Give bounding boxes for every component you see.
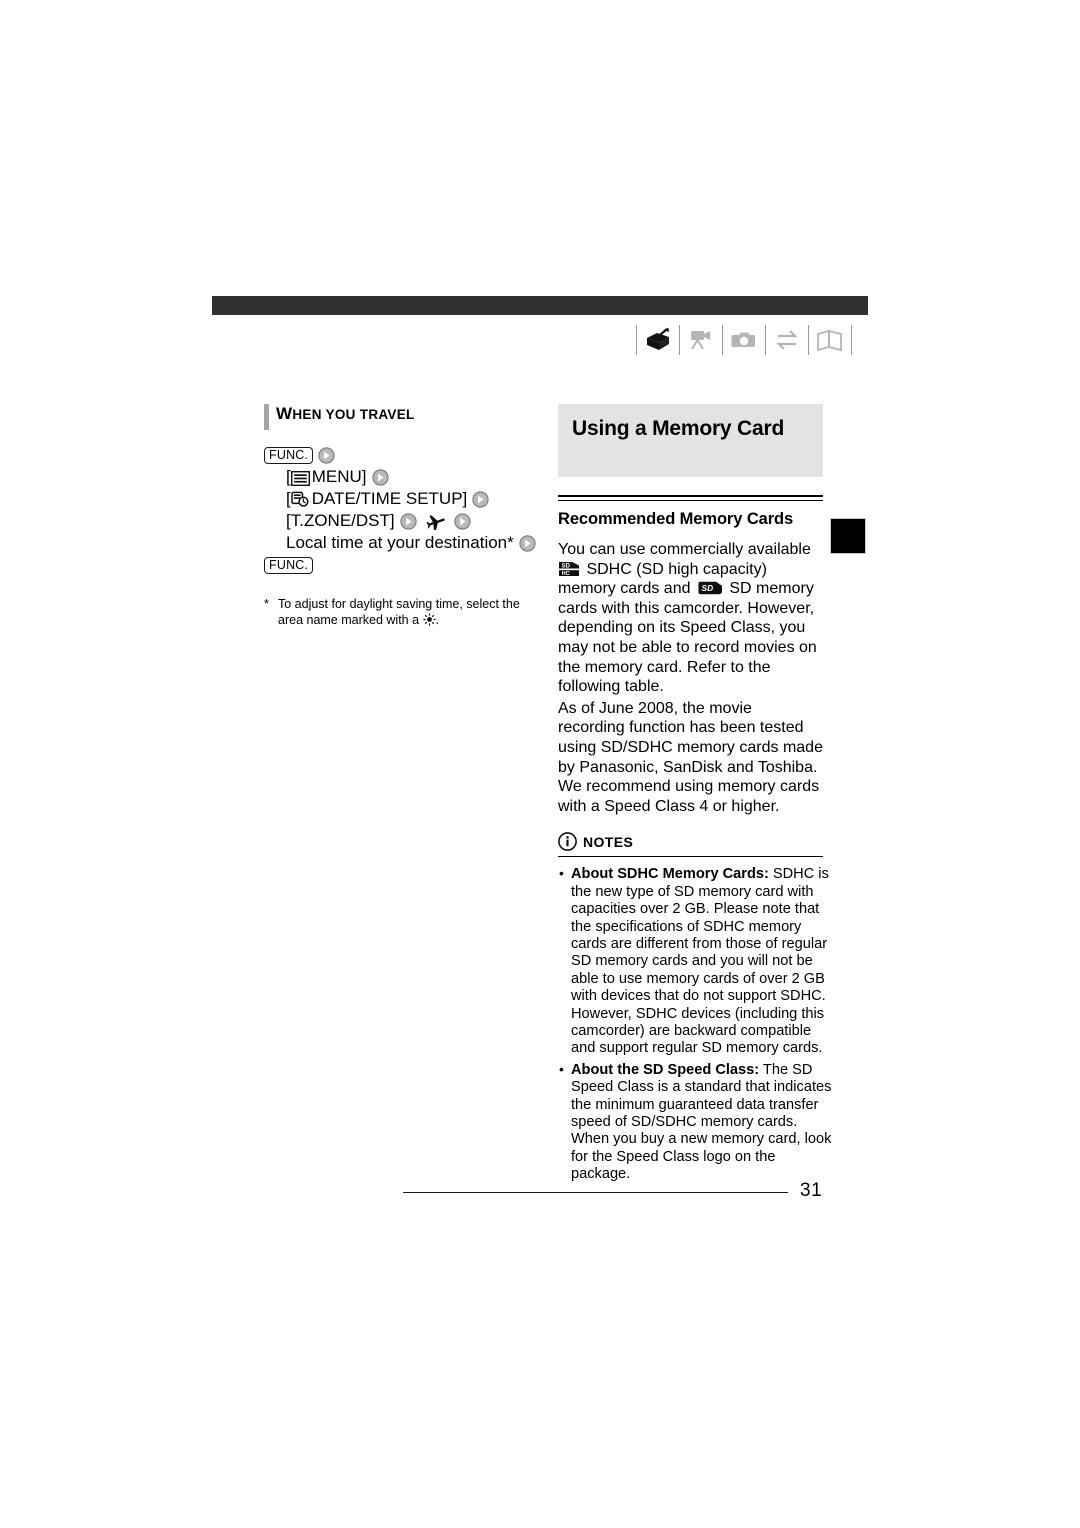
- next-arrow-icon: [472, 490, 489, 508]
- svg-text:SD: SD: [701, 583, 713, 593]
- datetime-setup-label: DATE/TIME SETUP]: [311, 489, 468, 508]
- note-body: SDHC is the new type of SD memory card w…: [571, 866, 829, 1057]
- section-heading-label: WHEN YOU TRAVEL: [276, 404, 534, 425]
- page-header-bar: [212, 296, 868, 315]
- sd-logo-icon: SD: [697, 581, 723, 595]
- tzone-dst-label: [T.ZONE/DST]: [286, 511, 395, 530]
- note-about-sdhc: • About SDHC Memory Cards: SDHC is the ne…: [558, 865, 836, 1057]
- transfer-arrows-icon: [770, 324, 804, 356]
- footnote: * To adjust for daylight saving time, sel…: [264, 596, 536, 628]
- movie-camera-icon: [684, 324, 718, 356]
- paragraph-card-types: You can use commercially available SD HC…: [558, 540, 823, 697]
- procedure-step-menu: [ MENU]: [264, 466, 534, 488]
- heading-rest: HEN YOU TRAVEL: [292, 407, 415, 422]
- clock-calendar-icon: [290, 491, 310, 508]
- airplane-icon: [426, 513, 445, 531]
- footnote-text-before: To adjust for daylight saving time, sele…: [278, 597, 520, 627]
- heading-first-letter: W: [276, 404, 293, 423]
- chapter-edge-tab: [830, 518, 866, 554]
- icon-divider: [765, 325, 766, 355]
- section-heading-when-you-travel: WHEN YOU TRAVEL: [264, 404, 534, 430]
- manual-page: WHEN YOU TRAVEL FUNC. [MENU] [DATE/TIM…: [0, 0, 1080, 1528]
- next-arrow-icon: [318, 446, 335, 464]
- paragraph-tested-cards: As of June 2008, the movie recording fun…: [558, 699, 823, 815]
- notes-header: NOTES: [558, 832, 823, 852]
- next-arrow-icon: [454, 512, 471, 530]
- notes-label: NOTES: [583, 833, 634, 850]
- procedure-step-datetime-setup: [ DATE/TIME SETUP]: [264, 488, 534, 510]
- func-button[interactable]: FUNC.: [264, 446, 314, 464]
- open-book-icon: [813, 324, 847, 356]
- note-bullet: •: [559, 865, 564, 882]
- note-body: The SD Speed Class is a standard that in…: [571, 1061, 832, 1183]
- notes-divider: [558, 856, 823, 858]
- page-number: 31: [800, 1180, 823, 1201]
- svg-text:HC: HC: [562, 570, 570, 576]
- icon-divider: [679, 325, 680, 355]
- note-bullet: •: [559, 1060, 564, 1077]
- menu-label: MENU]: [311, 467, 367, 486]
- icon-divider: [808, 325, 809, 355]
- note-title: About SDHC Memory Cards:: [571, 866, 769, 883]
- footer-divider: [403, 1192, 788, 1193]
- info-circle-icon: [558, 832, 577, 852]
- local-time-label: Local time at your destination*: [286, 533, 514, 552]
- note-about-speed-class: • About the SD Speed Class: The SD Speed …: [558, 1060, 836, 1184]
- page-title-block: Using a Memory Card: [558, 404, 823, 477]
- photo-camera-icon: [727, 324, 761, 356]
- right-column: Using a Memory Card Recommended Memory C…: [558, 404, 831, 1184]
- icon-divider: [636, 325, 637, 355]
- procedure-step-func-open: FUNC.: [264, 444, 534, 466]
- sdhc-logo-icon: SD HC: [558, 561, 580, 577]
- section-divider: [558, 495, 823, 501]
- footnote-marker: *: [264, 597, 269, 611]
- paragraph-segment-text: SD memory cards with this camcorder. How…: [558, 580, 817, 696]
- next-arrow-icon: [519, 534, 536, 552]
- page-title: Using a Memory Card: [572, 417, 785, 440]
- procedure-list: FUNC. [ MENU] [DATE/TIME SETUP] [T.ZONE…: [264, 444, 536, 576]
- next-arrow-icon: [371, 468, 389, 486]
- svg-text:SD: SD: [562, 563, 571, 569]
- paragraph-segment-text: You can use commercially available: [558, 541, 811, 558]
- procedure-step-local-time: Local time at your destination*: [264, 532, 536, 554]
- icon-divider: [851, 325, 852, 355]
- sun-dst-icon: [422, 613, 436, 626]
- procedure-step-tzone-dst: [T.ZONE/DST]: [264, 510, 534, 532]
- next-arrow-icon: [400, 512, 417, 530]
- footnote-text-after: .: [435, 613, 439, 627]
- section-subheading: Recommended Memory Cards: [558, 510, 794, 528]
- camcorder-record-icon: [641, 324, 675, 356]
- icon-divider: [722, 325, 723, 355]
- menu-list-icon: [290, 470, 310, 486]
- mode-icon-row: [632, 322, 856, 358]
- procedure-step-func-close: FUNC.: [264, 554, 534, 576]
- func-button[interactable]: FUNC.: [264, 556, 314, 574]
- left-column: WHEN YOU TRAVEL FUNC. [MENU] [DATE/TIM…: [264, 404, 536, 628]
- note-title: About the SD Speed Class:: [571, 1061, 760, 1078]
